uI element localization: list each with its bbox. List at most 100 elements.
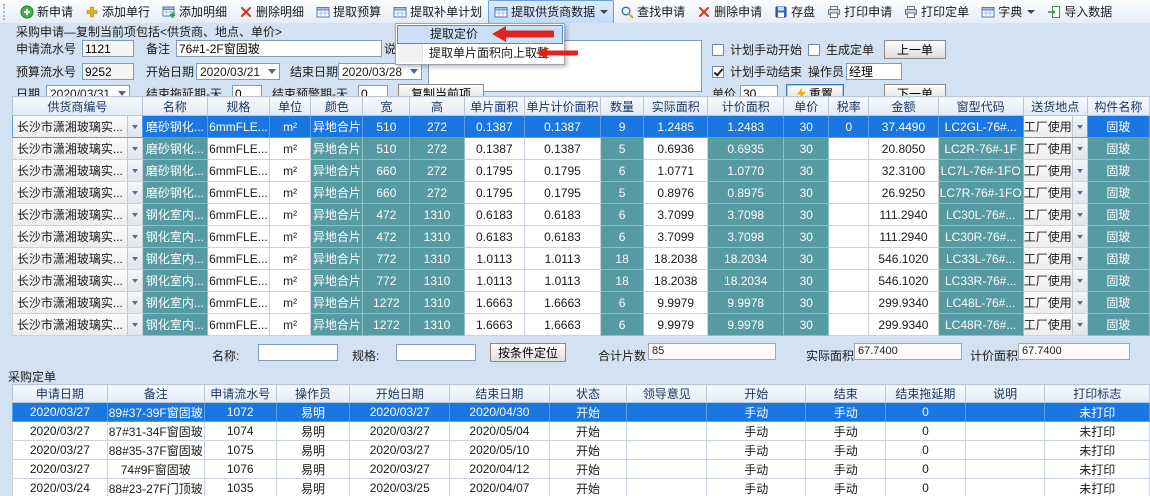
column-header[interactable]: 税率 bbox=[829, 97, 869, 116]
table-row[interactable]: 2020/03/2787#31-34F窗固玻1074易明2020/03/2720… bbox=[13, 422, 1150, 441]
table-cell[interactable]: 手动 bbox=[806, 460, 886, 479]
table-cell[interactable]: 6 bbox=[600, 204, 643, 226]
toolbar-button-save[interactable]: 存盘 bbox=[768, 0, 821, 24]
delivery-location-combo[interactable]: 工厂使用 bbox=[1023, 248, 1087, 270]
column-header[interactable]: 宽 bbox=[363, 97, 410, 116]
table-cell[interactable] bbox=[829, 182, 869, 204]
operator-field[interactable] bbox=[846, 63, 902, 80]
table-cell[interactable]: 未打印 bbox=[1045, 403, 1150, 422]
table-cell[interactable]: 3.7098 bbox=[708, 204, 784, 226]
table-cell[interactable]: 0.6183 bbox=[525, 204, 601, 226]
table-cell[interactable]: 固玻 bbox=[1087, 138, 1149, 160]
toolbar-button-extract-supplement-plan[interactable]: 提取补单计划 bbox=[387, 0, 488, 24]
table-cell[interactable]: 1.0113 bbox=[464, 270, 524, 292]
table-cell[interactable]: 6mmFLE... bbox=[208, 270, 270, 292]
table-cell[interactable]: LC7L-76#-1FO bbox=[938, 160, 1023, 182]
table-cell[interactable]: 9.9978 bbox=[708, 314, 784, 336]
table-cell[interactable]: 3.7099 bbox=[644, 204, 708, 226]
table-cell[interactable]: 9.9978 bbox=[708, 292, 784, 314]
table-cell[interactable]: 固玻 bbox=[1087, 116, 1149, 138]
table-cell[interactable]: 30 bbox=[784, 314, 829, 336]
supplier-combo[interactable]: 长沙市潇湘玻璃实... bbox=[13, 138, 143, 160]
table-cell[interactable]: 510 bbox=[363, 138, 410, 160]
table-cell[interactable]: 异地合片 bbox=[311, 248, 363, 270]
table-cell[interactable]: 手动 bbox=[806, 403, 886, 422]
table-cell[interactable]: 钢化室内... bbox=[142, 270, 207, 292]
column-header[interactable]: 名称 bbox=[142, 97, 207, 116]
table-cell[interactable]: 6mmFLE... bbox=[208, 138, 270, 160]
table-row[interactable]: 长沙市潇湘玻璃实...钢化室内...6mmFLE...m²异地合片7721310… bbox=[13, 248, 1150, 270]
table-cell[interactable]: 3.7099 bbox=[644, 226, 708, 248]
column-header[interactable]: 领导意见 bbox=[627, 385, 707, 403]
table-cell[interactable]: 0.6183 bbox=[525, 226, 601, 248]
table-cell[interactable]: 111.2940 bbox=[869, 204, 938, 226]
table-cell[interactable]: 2020/03/25 bbox=[350, 479, 450, 496]
table-row[interactable]: 长沙市潇湘玻璃实...磨砂钢化...6mmFLE...m²异地合片6602720… bbox=[13, 160, 1150, 182]
table-cell[interactable]: 18.2038 bbox=[644, 270, 708, 292]
table-cell[interactable]: 1310 bbox=[410, 248, 464, 270]
table-cell[interactable]: 1272 bbox=[363, 314, 410, 336]
table-cell[interactable]: 1.6663 bbox=[525, 314, 601, 336]
table-cell[interactable]: 异地合片 bbox=[311, 182, 363, 204]
table-cell[interactable]: 钢化室内... bbox=[142, 248, 207, 270]
table-cell[interactable]: 磨砂钢化... bbox=[142, 138, 207, 160]
table-cell[interactable]: LC33R-76#... bbox=[938, 270, 1023, 292]
table-cell[interactable]: 6mmFLE... bbox=[208, 182, 270, 204]
table-cell[interactable]: 异地合片 bbox=[311, 204, 363, 226]
table-cell[interactable]: LC2R-76#-1F bbox=[938, 138, 1023, 160]
table-cell[interactable]: 5 bbox=[600, 182, 643, 204]
table-cell[interactable]: 111.2940 bbox=[869, 226, 938, 248]
table-cell[interactable]: 0.6935 bbox=[708, 138, 784, 160]
column-header[interactable]: 供货商编号 bbox=[13, 97, 143, 116]
table-cell[interactable]: 开始 bbox=[549, 441, 627, 460]
table-row[interactable]: 长沙市潇湘玻璃实...磨砂钢化...6mmFLE...m²异地合片5102720… bbox=[13, 138, 1150, 160]
table-cell[interactable]: 异地合片 bbox=[311, 292, 363, 314]
table-cell[interactable]: 0.1795 bbox=[525, 160, 601, 182]
table-cell[interactable]: m² bbox=[269, 116, 311, 138]
supplier-combo[interactable]: 长沙市潇湘玻璃实... bbox=[13, 160, 143, 182]
table-cell[interactable]: 6mmFLE... bbox=[208, 204, 270, 226]
delivery-location-combo[interactable]: 工厂使用 bbox=[1023, 292, 1087, 314]
table-cell[interactable]: 20.8050 bbox=[869, 138, 938, 160]
table-cell[interactable]: 772 bbox=[363, 270, 410, 292]
table-cell[interactable]: 546.1020 bbox=[869, 270, 938, 292]
table-cell[interactable]: 易明 bbox=[276, 479, 350, 496]
column-header[interactable]: 操作员 bbox=[276, 385, 350, 403]
table-cell[interactable] bbox=[627, 460, 707, 479]
column-header[interactable]: 开始 bbox=[707, 385, 806, 403]
table-row[interactable]: 长沙市潇湘玻璃实...钢化室内...6mmFLE...m²异地合片7721310… bbox=[13, 270, 1150, 292]
table-cell[interactable]: 30 bbox=[784, 182, 829, 204]
table-cell[interactable] bbox=[829, 314, 869, 336]
table-cell[interactable]: 异地合片 bbox=[311, 138, 363, 160]
supplier-combo[interactable]: 长沙市潇湘玻璃实... bbox=[13, 226, 143, 248]
table-row[interactable]: 长沙市潇湘玻璃实...磨砂钢化...6mmFLE...m²异地合片5102720… bbox=[13, 116, 1150, 138]
table-cell[interactable]: 472 bbox=[363, 226, 410, 248]
table-cell[interactable]: m² bbox=[269, 182, 311, 204]
table-cell[interactable]: 0 bbox=[886, 441, 966, 460]
table-cell[interactable] bbox=[829, 292, 869, 314]
table-cell[interactable]: 6 bbox=[600, 160, 643, 182]
table-cell[interactable]: 2020/04/07 bbox=[450, 479, 550, 496]
table-cell[interactable]: 2020/03/27 bbox=[350, 403, 450, 422]
table-cell[interactable]: LC7R-76#-1FO bbox=[938, 182, 1023, 204]
manual-end-checkbox[interactable] bbox=[712, 66, 724, 78]
table-cell[interactable]: 钢化室内... bbox=[142, 314, 207, 336]
table-cell[interactable]: 88#23-27F门顶玻 bbox=[107, 479, 204, 496]
table-cell[interactable]: 32.3100 bbox=[869, 160, 938, 182]
toolbar-button-import-data[interactable]: 导入数据 bbox=[1041, 0, 1118, 24]
table-cell[interactable]: 272 bbox=[410, 138, 464, 160]
table-row[interactable]: 长沙市潇湘玻璃实...钢化室内...6mmFLE...m²异地合片4721310… bbox=[13, 226, 1150, 248]
table-cell[interactable]: 546.1020 bbox=[869, 248, 938, 270]
table-cell[interactable]: 2020/04/12 bbox=[450, 460, 550, 479]
table-cell[interactable]: 272 bbox=[410, 160, 464, 182]
table-cell[interactable]: 18.2034 bbox=[708, 270, 784, 292]
table-cell[interactable]: 18.2038 bbox=[644, 248, 708, 270]
column-header[interactable]: 单价 bbox=[784, 97, 829, 116]
table-cell[interactable]: 1072 bbox=[204, 403, 276, 422]
column-header[interactable]: 单位 bbox=[269, 97, 311, 116]
table-cell[interactable] bbox=[627, 479, 707, 496]
supplier-combo[interactable]: 长沙市潇湘玻璃实... bbox=[13, 292, 143, 314]
toolbar-button-add-detail[interactable]: 添加明细 bbox=[156, 0, 233, 24]
table-cell[interactable]: 2020/03/27 bbox=[13, 441, 108, 460]
table-cell[interactable] bbox=[829, 160, 869, 182]
